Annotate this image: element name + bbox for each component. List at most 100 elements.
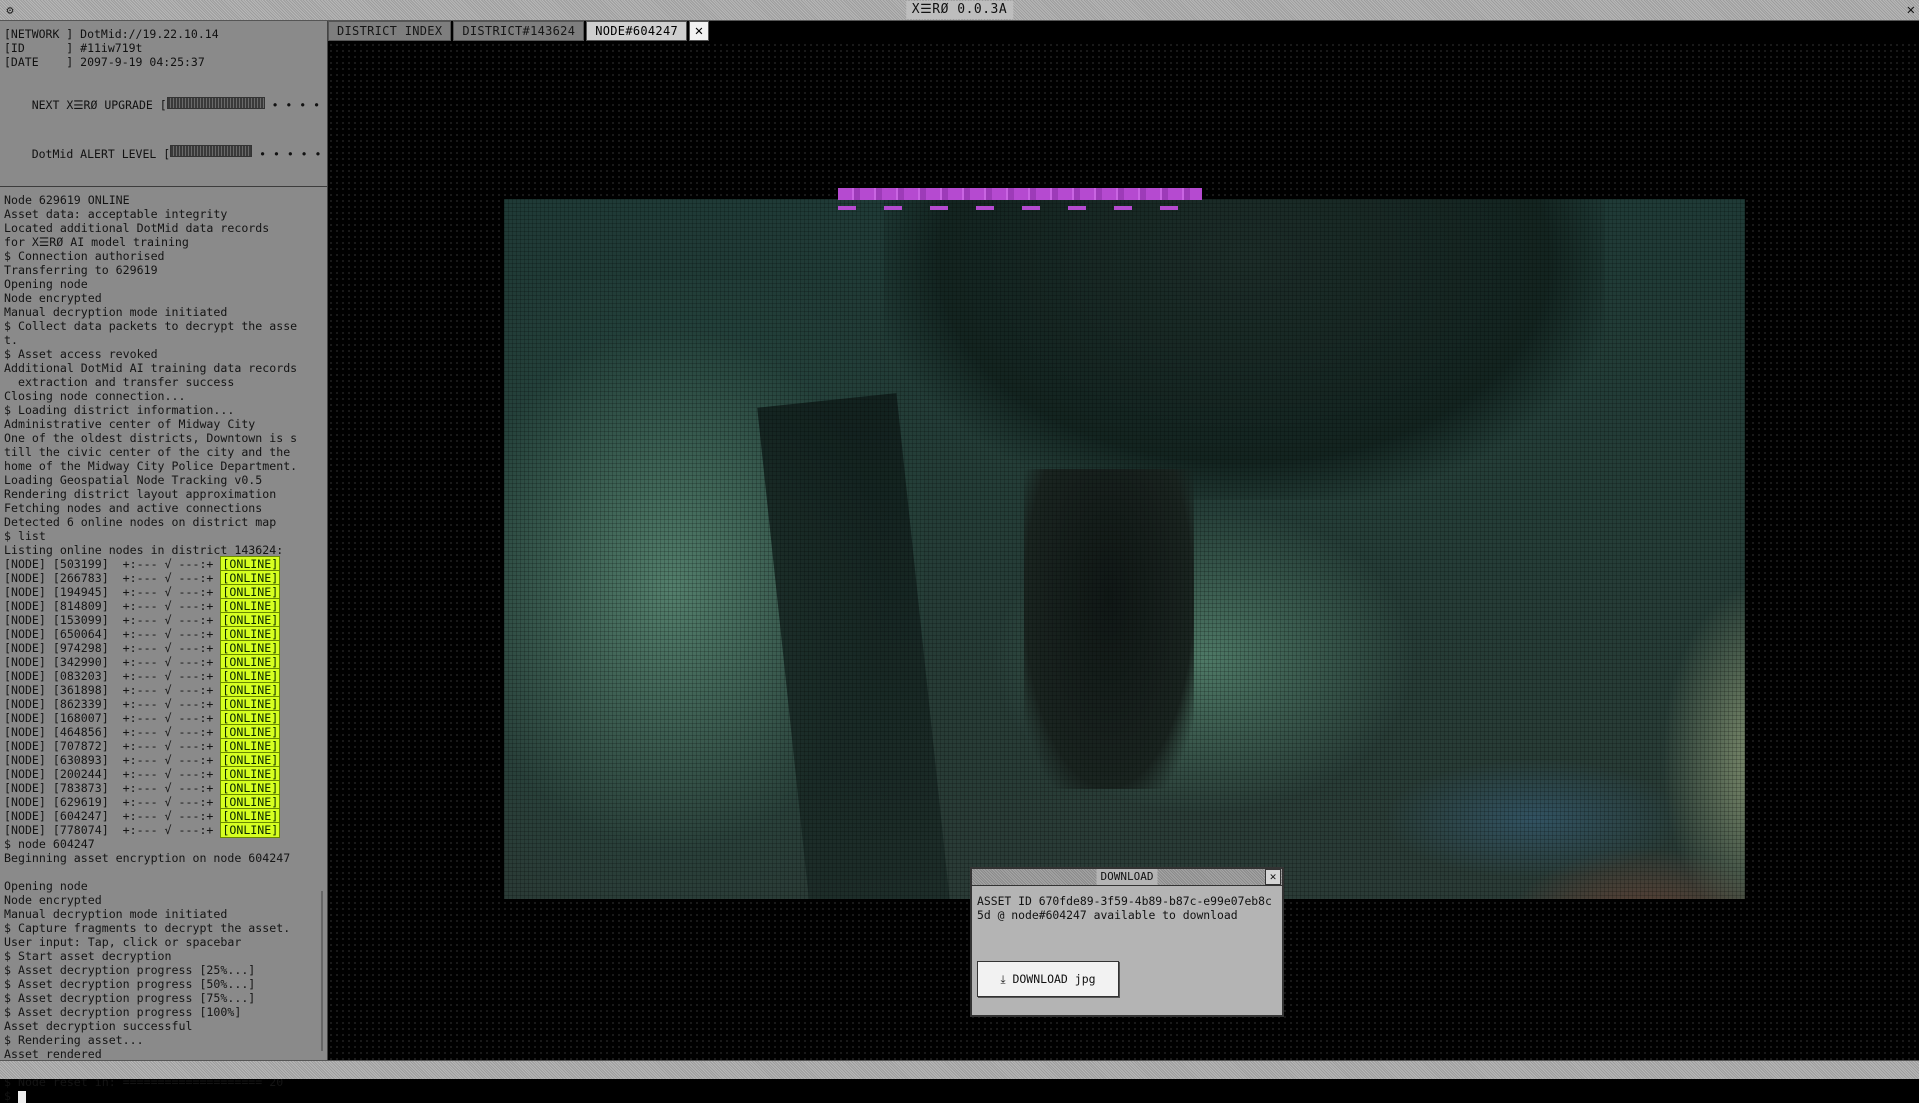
node-row[interactable]: [NODE] [778074] +:--- √ ---:+ [ONLINE] [4,822,327,838]
tab-bar: DISTRICT INDEX DISTRICT#143624 NODE#6042… [328,21,710,41]
log-line: Transferring to 629619 [4,263,158,277]
dialog-title: DOWNLOAD [1096,869,1158,885]
log-line: $ Capture fragments to decrypt the asset… [4,921,291,935]
upgrade-meter-fill [166,96,265,109]
decrypted-asset-image [504,199,1745,899]
node-id: [NODE] [194945] +:--- √ ---:+ [4,585,221,599]
upgrade-meter: NEXT X☰RØ UPGRADE [ • • • • ] [0,81,334,130]
log-line: $ node 604247 [4,837,95,851]
log-line: Loading Geospatial Node Tracking v0.5 [4,473,263,487]
log-line: Asset decryption successful [4,1019,193,1033]
tab-district-143624[interactable]: DISTRICT#143624 [453,21,585,41]
log-line: t. [4,333,18,347]
node-row[interactable]: [NODE] [604247] +:--- √ ---:+ [ONLINE] [4,808,327,824]
alert-meter-fill [170,145,253,157]
node-row[interactable]: [NODE] [650064] +:--- √ ---:+ [ONLINE] [4,626,327,642]
text-cursor [17,1090,26,1103]
node-row[interactable]: [NODE] [630893] +:--- √ ---:+ [ONLINE] [4,752,327,768]
log-line: $ Start asset decryption [4,949,172,963]
log-line: for X☰RØ AI model training [4,235,189,249]
log-line: One of the oldest districts, Downtown is… [4,431,298,445]
download-dialog: DOWNLOAD ✕ ASSET ID 670fde89-3f59-4b89-b… [970,867,1284,1017]
pixel-mosaic-overlay [504,199,1745,899]
log-line: Node encrypted [4,291,102,305]
command-prompt[interactable]: $ [4,1089,327,1103]
log-line: Manual decryption mode initiated [4,305,228,319]
log-line: $ list [4,529,46,543]
node-row[interactable]: [NODE] [707872] +:--- √ ---:+ [ONLINE] [4,738,327,754]
log-line: User input: Tap, click or spacebar [4,935,242,949]
log-line: Node encrypted [4,893,102,907]
log-line: Additional DotMid AI training data recor… [4,361,298,375]
log-line: Manual decryption mode initiated [4,907,228,921]
log-line: $ Rendering asset... [4,1033,144,1047]
close-icon[interactable]: ✕ [1907,1,1915,19]
scrollbar-thumb[interactable] [321,891,323,1051]
node-row[interactable]: [NODE] [083203] +:--- √ ---:+ [ONLINE] [4,668,327,684]
log-line: till the civic center of the city and th… [4,445,291,459]
upgrade-meter-dots: • • • • ] [271,98,334,112]
status-bar [0,1060,1919,1079]
node-id: [NODE] [630893] +:--- √ ---:+ [4,753,221,767]
terminal-log[interactable]: Node 629619 ONLINE Asset data: acceptable… [0,193,327,1103]
tab-node-604247[interactable]: NODE#604247 [586,21,688,41]
node-id: [NODE] [083203] +:--- √ ---:+ [4,669,221,683]
dialog-close-icon[interactable]: ✕ [1265,869,1281,885]
node-row[interactable]: [NODE] [464856] +:--- √ ---:+ [ONLINE] [4,724,327,740]
log-line: Asset rendered [4,1047,102,1061]
network-info: [NETWORK ] DotMid://19.22.10.14 [ID ] #11… [0,21,327,69]
node-id: [NODE] [862339] +:--- √ ---:+ [4,697,221,711]
id-line: [ID ] #11iw719t [4,41,143,55]
log-line: Detected 6 online nodes on district map [4,515,277,529]
node-row[interactable]: [NODE] [266783] +:--- √ ---:+ [ONLINE] [4,570,327,586]
log-line: Listing online nodes in district 143624: [4,543,284,557]
node-row[interactable]: [NODE] [200244] +:--- √ ---:+ [ONLINE] [4,766,327,782]
node-row[interactable]: [NODE] [342990] +:--- √ ---:+ [ONLINE] [4,654,327,670]
dialog-title-bar: DOWNLOAD ✕ [972,869,1282,886]
node-list: [NODE] [503199] +:--- √ ---:+ [ONLINE] [N… [4,556,327,838]
node-id: [NODE] [266783] +:--- √ ---:+ [4,571,221,585]
log-line: $ Asset decryption progress [25%...] [4,963,256,977]
log-line: home of the Midway City Police Departmen… [4,459,298,473]
node-row[interactable]: [NODE] [503199] +:--- √ ---:+ [ONLINE] [4,556,327,572]
log-line: extraction and transfer success [4,375,235,389]
node-id: [NODE] [503199] +:--- √ ---:+ [4,557,221,571]
node-row[interactable]: [NODE] [153099] +:--- √ ---:+ [ONLINE] [4,612,327,628]
node-id: [NODE] [974298] +:--- √ ---:+ [4,641,221,655]
log-line: Located additional DotMid data records [4,221,270,235]
node-id: [NODE] [342990] +:--- √ ---:+ [4,655,221,669]
terminal-panel: [NETWORK ] DotMid://19.22.10.14 [ID ] #11… [0,21,335,1103]
node-id: [NODE] [464856] +:--- √ ---:+ [4,725,221,739]
download-button[interactable]: ⤓ DOWNLOAD jpg [977,961,1119,997]
node-row[interactable]: [NODE] [814809] +:--- √ ---:+ [ONLINE] [4,598,327,614]
online-badge: [ONLINE] [220,822,281,838]
alert-meter: DotMid ALERT LEVEL [ • • • • • ] [0,130,335,179]
node-id: [NODE] [361898] +:--- √ ---:+ [4,683,221,697]
log-line: $ Connection authorised [4,249,165,263]
glitch-dashes [838,206,1202,210]
log-line: $ Asset decryption progress [75%...] [4,991,256,1005]
node-id: [NODE] [604247] +:--- √ ---:+ [4,809,221,823]
date-line: [DATE ] 2097-9-19 04:25:37 [4,55,205,69]
close-tab-icon[interactable]: ✕ [689,21,710,41]
node-row[interactable]: [NODE] [783873] +:--- √ ---:+ [ONLINE] [4,780,327,796]
log-line: Rendering district layout approximation [4,487,277,501]
node-row[interactable]: [NODE] [974298] +:--- √ ---:+ [ONLINE] [4,640,327,656]
log-line: Node 629619 ONLINE [4,193,130,207]
gear-icon[interactable]: ⚙ [2,2,18,18]
node-row[interactable]: [NODE] [629619] +:--- √ ---:+ [ONLINE] [4,794,327,810]
node-row[interactable]: [NODE] [361898] +:--- √ ---:+ [ONLINE] [4,682,327,698]
network-line: [NETWORK ] DotMid://19.22.10.14 [4,27,219,41]
node-row[interactable]: [NODE] [862339] +:--- √ ---:+ [ONLINE] [4,696,327,712]
tab-district-index[interactable]: DISTRICT INDEX [328,21,452,41]
log-line: $ Asset decryption progress [100%] [4,1005,242,1019]
glitch-bar [838,188,1202,200]
node-id: [NODE] [200244] +:--- √ ---:+ [4,767,221,781]
log-line: $ Asset decryption progress [50%...] [4,977,256,991]
log-line: Administrative center of Midway City [4,417,256,431]
node-row[interactable]: [NODE] [194945] +:--- √ ---:+ [ONLINE] [4,584,327,600]
node-id: [NODE] [707872] +:--- √ ---:+ [4,739,221,753]
node-id: [NODE] [153099] +:--- √ ---:+ [4,613,221,627]
node-id: [NODE] [168007] +:--- √ ---:+ [4,711,221,725]
node-row[interactable]: [NODE] [168007] +:--- √ ---:+ [ONLINE] [4,710,327,726]
